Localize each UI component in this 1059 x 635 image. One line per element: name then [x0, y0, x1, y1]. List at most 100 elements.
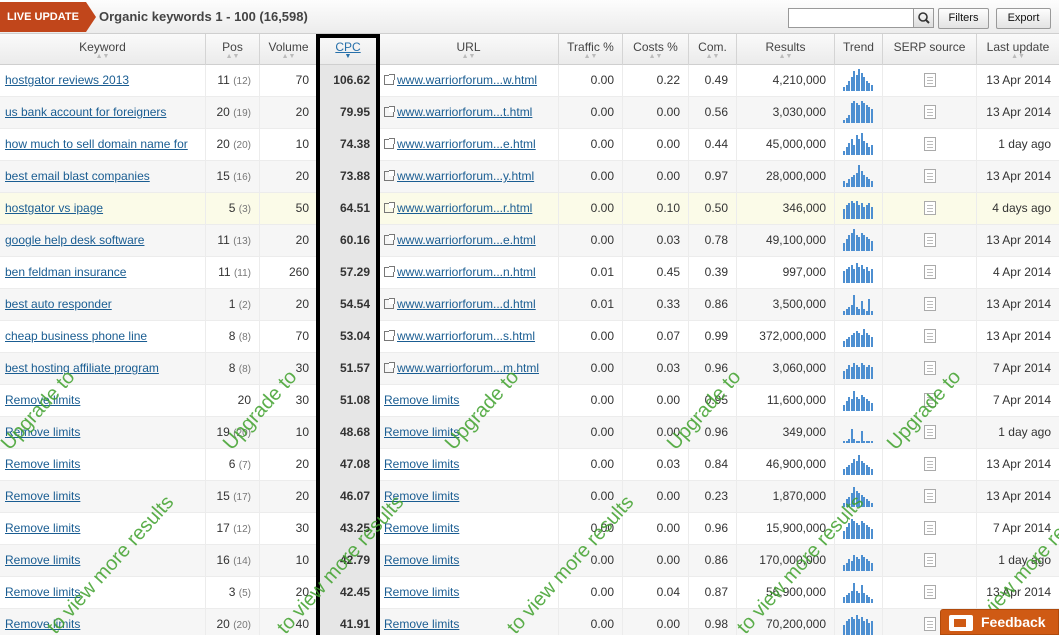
col-pos[interactable]: Pos ▲▼ — [205, 34, 259, 65]
document-icon[interactable] — [923, 201, 936, 215]
document-icon[interactable] — [923, 457, 936, 471]
keyword-link[interactable]: us bank account for foreigners — [0, 97, 205, 129]
url-link[interactable]: www.warriorforum...e.html — [397, 137, 536, 151]
url-link[interactable]: www.warriorforum...t.html — [397, 105, 532, 119]
filters-button[interactable]: Filters — [938, 8, 989, 29]
keyword-link[interactable]: hostgator reviews 2013 — [0, 65, 205, 97]
document-icon[interactable] — [923, 553, 936, 567]
document-icon[interactable] — [923, 393, 936, 407]
table-row[interactable]: Remove limits 16 (14) 10 42.79 Remove limits… — [0, 545, 1059, 577]
table-row[interactable]: how much to sell domain name for 20 (20) 1… — [0, 129, 1059, 161]
col-results[interactable]: Results ▲▼ — [736, 34, 834, 65]
remove-limits-link[interactable]: Remove limits — [384, 393, 459, 407]
url-link[interactable]: www.warriorforum...n.html — [397, 265, 536, 279]
table-row[interactable]: Remove limits 20 30 51.08 Remove limits 0.00… — [0, 385, 1059, 417]
remove-limits-link[interactable]: Remove limits — [0, 449, 205, 481]
col-cpc[interactable]: CPC ▼ — [317, 34, 378, 65]
col-volume[interactable]: Volume ▲▼ — [259, 34, 317, 65]
keyword-link[interactable]: best email blast companies — [0, 161, 205, 193]
table-row[interactable]: Remove limits 3 (5) 20 42.45 Remove limits 0.… — [0, 577, 1059, 609]
remove-limits-link[interactable]: Remove limits — [384, 617, 459, 631]
col-keyword[interactable]: Keyword ▲▼ — [0, 34, 205, 65]
keyword-link[interactable]: ben feldman insurance — [0, 257, 205, 289]
url-link[interactable]: www.warriorforum...s.html — [397, 329, 535, 343]
keyword-link[interactable]: best hosting affiliate program — [0, 353, 205, 385]
document-icon[interactable] — [923, 137, 936, 151]
document-icon[interactable] — [923, 73, 936, 87]
table-row[interactable]: best hosting affiliate program 8 (8) 30 51.… — [0, 353, 1059, 385]
document-icon[interactable] — [923, 425, 936, 439]
live-update-badge[interactable]: LIVE UPDATE — [0, 2, 96, 32]
external-link-icon[interactable] — [384, 170, 395, 181]
document-icon[interactable] — [923, 521, 936, 535]
table-row[interactable]: best email blast companies 15 (16) 20 73.88… — [0, 161, 1059, 193]
remove-limits-link[interactable]: Remove limits — [384, 425, 459, 439]
document-icon[interactable] — [923, 265, 936, 279]
search-input[interactable] — [788, 8, 914, 28]
col-com[interactable]: Com. ▲▼ — [688, 34, 736, 65]
external-link-icon[interactable] — [384, 138, 395, 149]
table-row[interactable]: Remove limits 19 (20) 10 48.68 Remove limits… — [0, 417, 1059, 449]
remove-limits-link[interactable]: Remove limits — [0, 385, 205, 417]
keyword-link[interactable]: how much to sell domain name for — [0, 129, 205, 161]
remove-limits-link[interactable]: Remove limits — [0, 481, 205, 513]
table-row[interactable]: Remove limits 6 (7) 20 47.08 Remove limits 0.… — [0, 449, 1059, 481]
table-row[interactable]: us bank account for foreigners 20 (19) 20 7… — [0, 97, 1059, 129]
remove-limits-link[interactable]: Remove limits — [384, 521, 459, 535]
url-link[interactable]: www.warriorforum...e.html — [397, 233, 536, 247]
table-row[interactable]: hostgator vs ipage 5 (3) 50 64.51 www.warrio… — [0, 193, 1059, 225]
volume-cell: 30 — [259, 353, 317, 385]
position-cell: 20 (19) — [205, 97, 259, 129]
url-link[interactable]: www.warriorforum...r.html — [397, 201, 532, 215]
remove-limits-link[interactable]: Remove limits — [384, 457, 459, 471]
table-row[interactable]: Remove limits 17 (12) 30 43.25 Remove limits… — [0, 513, 1059, 545]
document-icon[interactable] — [923, 169, 936, 183]
col-traffic[interactable]: Traffic % ▲▼ — [558, 34, 622, 65]
remove-limits-link[interactable]: Remove limits — [384, 489, 459, 503]
table-row[interactable]: Remove limits 15 (17) 20 46.07 Remove limits… — [0, 481, 1059, 513]
external-link-icon[interactable] — [384, 106, 395, 117]
col-costs[interactable]: Costs % ▲▼ — [622, 34, 688, 65]
remove-limits-link[interactable]: Remove limits — [0, 577, 205, 609]
external-link-icon[interactable] — [384, 234, 395, 245]
remove-limits-link[interactable]: Remove limits — [0, 545, 205, 577]
search-button[interactable] — [913, 8, 934, 28]
table-row[interactable]: ben feldman insurance 11 (11) 260 57.29 www.… — [0, 257, 1059, 289]
url-link[interactable]: www.warriorforum...w.html — [397, 73, 537, 87]
external-link-icon[interactable] — [384, 298, 395, 309]
external-link-icon[interactable] — [384, 362, 395, 373]
table-row[interactable]: Remove limits 20 (20) 40 41.91 Remove limits… — [0, 609, 1059, 635]
document-icon[interactable] — [923, 361, 936, 375]
document-icon[interactable] — [923, 329, 936, 343]
export-button[interactable]: Export — [996, 8, 1051, 29]
url-link[interactable]: www.warriorforum...d.html — [397, 297, 536, 311]
remove-limits-link[interactable]: Remove limits — [0, 609, 205, 635]
col-last-update[interactable]: Last update ▲▼ — [976, 34, 1059, 65]
col-url[interactable]: URL ▲▼ — [378, 34, 558, 65]
document-icon[interactable] — [923, 297, 936, 311]
remove-limits-link[interactable]: Remove limits — [384, 585, 459, 599]
remove-limits-link[interactable]: Remove limits — [0, 513, 205, 545]
table-row[interactable]: best auto responder 1 (2) 20 54.54 www.warri… — [0, 289, 1059, 321]
document-icon[interactable] — [923, 585, 936, 599]
external-link-icon[interactable] — [384, 202, 395, 213]
table-row[interactable]: google help desk software 11 (13) 20 60.16 w… — [0, 225, 1059, 257]
keyword-link[interactable]: cheap business phone line — [0, 321, 205, 353]
url-link[interactable]: www.warriorforum...y.html — [397, 169, 534, 183]
external-link-icon[interactable] — [384, 74, 395, 85]
document-icon[interactable] — [923, 105, 936, 119]
url-link[interactable]: www.warriorforum...m.html — [397, 361, 539, 375]
keyword-link[interactable]: hostgator vs ipage — [0, 193, 205, 225]
table-row[interactable]: hostgator reviews 2013 11 (12) 70 106.62 www… — [0, 65, 1059, 97]
feedback-button[interactable]: Feedback — [940, 609, 1059, 635]
external-link-icon[interactable] — [384, 330, 395, 341]
keyword-link[interactable]: google help desk software — [0, 225, 205, 257]
remove-limits-link[interactable]: Remove limits — [0, 417, 205, 449]
document-icon[interactable] — [923, 489, 936, 503]
keyword-link[interactable]: best auto responder — [0, 289, 205, 321]
remove-limits-link[interactable]: Remove limits — [384, 553, 459, 567]
document-icon[interactable] — [923, 233, 936, 247]
document-icon[interactable] — [923, 617, 936, 631]
table-row[interactable]: cheap business phone line 8 (8) 70 53.04 www… — [0, 321, 1059, 353]
external-link-icon[interactable] — [384, 266, 395, 277]
